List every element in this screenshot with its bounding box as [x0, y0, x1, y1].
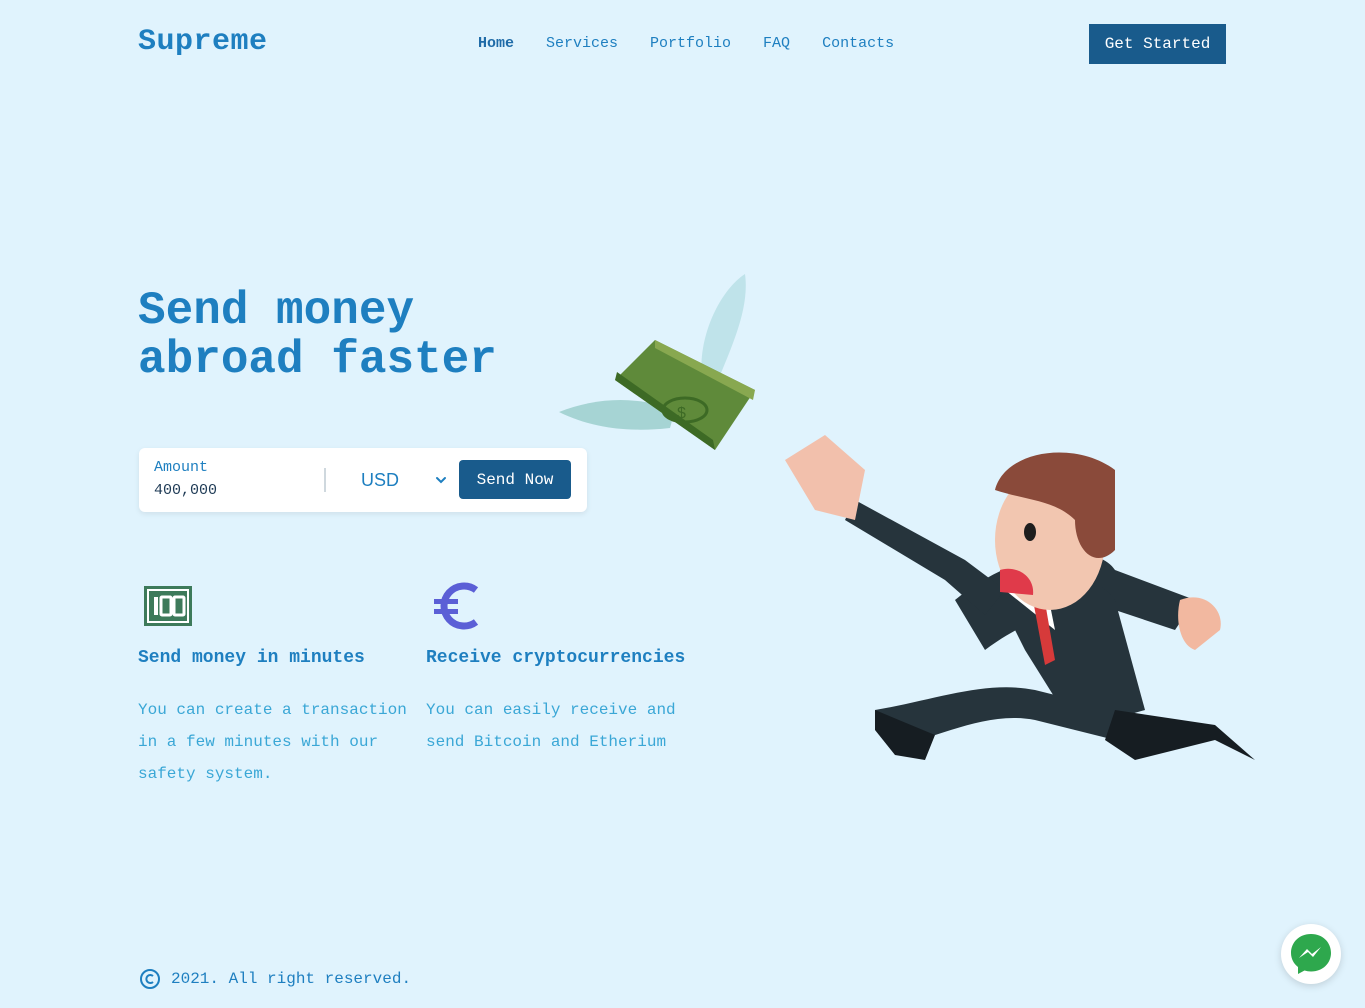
flying-money-icon: $	[559, 274, 755, 450]
currency-select[interactable]: USD	[361, 468, 447, 492]
nav-portfolio[interactable]: Portfolio	[650, 35, 731, 52]
copyright-text: 2021. All right reserved.	[171, 970, 412, 988]
amount-label: Amount	[154, 459, 209, 476]
get-started-button[interactable]: Get Started	[1089, 24, 1226, 64]
banknote-100-icon	[138, 582, 418, 630]
copyright-icon	[140, 969, 160, 989]
feature-title: Send money in minutes	[138, 648, 365, 668]
hero-title: Send money abroad faster	[138, 287, 497, 385]
nav-faq[interactable]: FAQ	[763, 35, 790, 52]
logo[interactable]: Supreme	[138, 25, 268, 59]
nav-services[interactable]: Services	[546, 35, 618, 52]
running-man-illustration	[785, 435, 1255, 760]
page: Supreme Home Services Portfolio FAQ Cont…	[0, 0, 1365, 1008]
form-divider	[324, 468, 326, 492]
hero-title-line2: abroad faster	[138, 334, 497, 386]
send-money-form: Amount USD Send Now	[139, 448, 587, 512]
nav-contacts[interactable]: Contacts	[822, 35, 894, 52]
svg-text:$: $	[677, 405, 686, 422]
messenger-chat-button[interactable]	[1281, 924, 1341, 984]
main-nav: Home Services Portfolio FAQ Contacts	[478, 35, 894, 52]
feature-send-money: Send money in minutes You can create a t…	[138, 582, 418, 790]
amount-input[interactable]	[154, 482, 304, 499]
messenger-icon	[1291, 934, 1331, 974]
chevron-down-icon	[436, 477, 446, 484]
footer: 2021. All right reserved.	[139, 968, 411, 990]
hero-title-line1: Send money	[138, 285, 415, 337]
nav-home[interactable]: Home	[478, 35, 514, 52]
hero-illustration: $	[559, 274, 1255, 760]
currency-value: USD	[361, 469, 400, 490]
feature-text: You can create a transaction in a few mi…	[138, 701, 407, 783]
